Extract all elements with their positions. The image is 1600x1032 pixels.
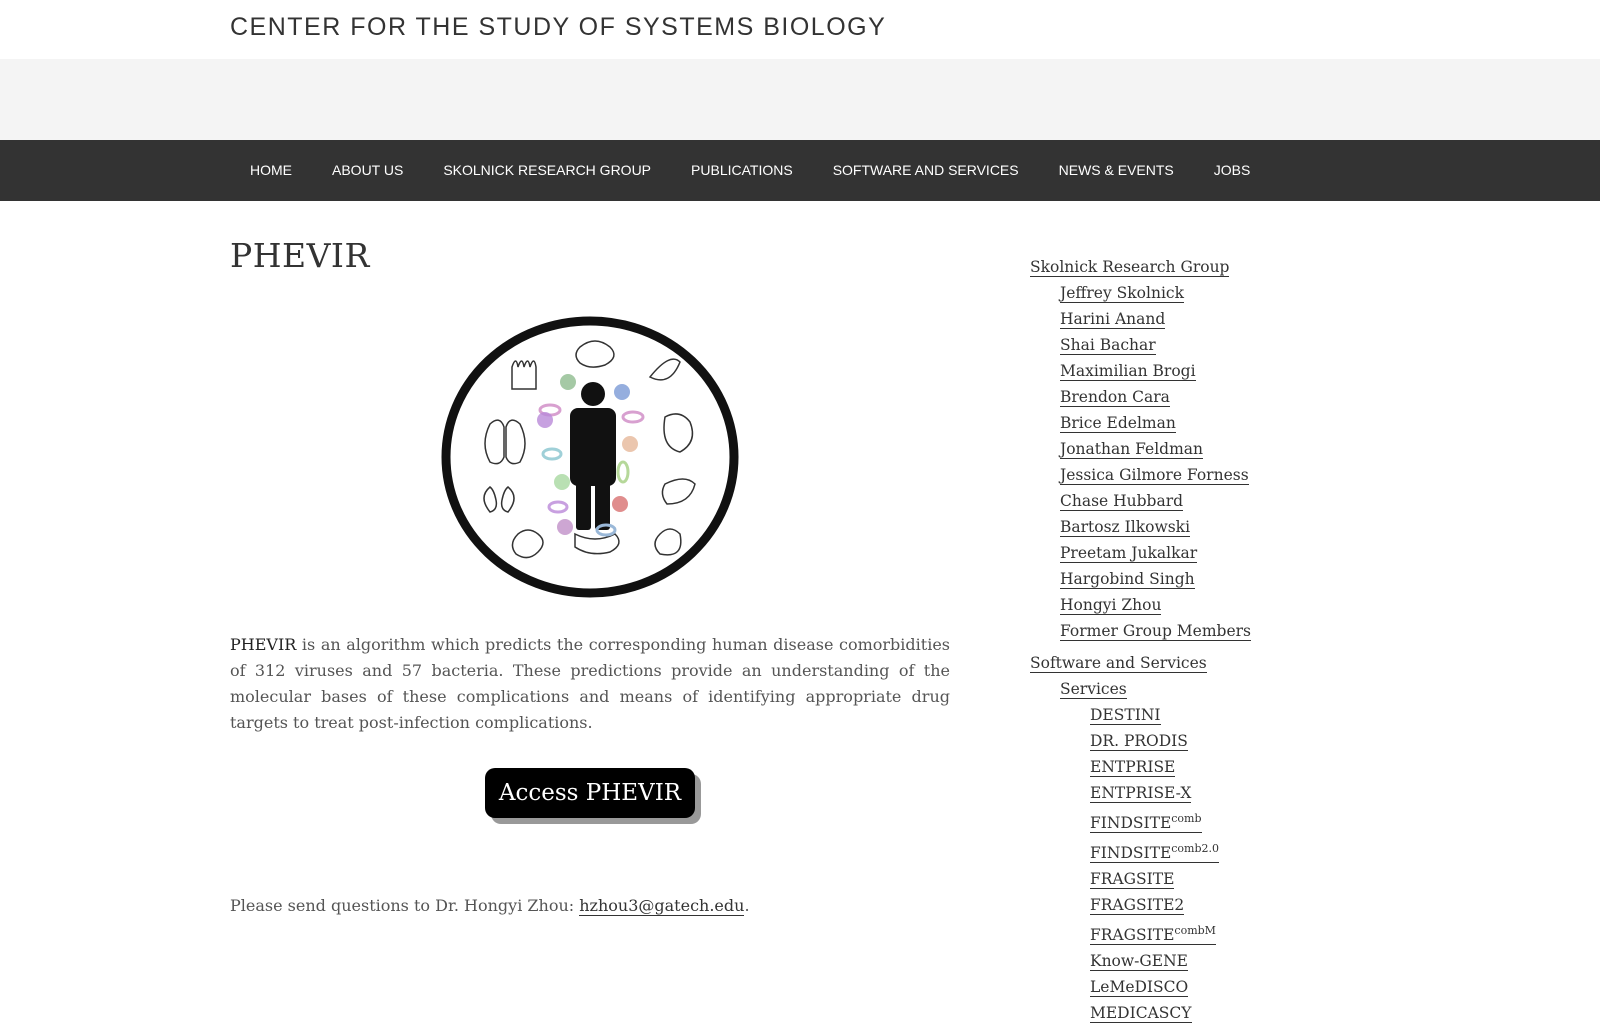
contact-end: . bbox=[744, 896, 750, 915]
sidebar-item-member: Hongyi Zhou bbox=[1060, 592, 1290, 618]
sidebar-item-service: MEDICASCY bbox=[1090, 1000, 1290, 1026]
sidebar-item-member: Jessica Gilmore Forness bbox=[1060, 462, 1290, 488]
sidebar-item-service: ENTPRISE-X bbox=[1090, 780, 1290, 806]
sidebar-link-maximilian-brogi[interactable]: Maximilian Brogi bbox=[1060, 362, 1196, 381]
sidebar-link-brice-edelman[interactable]: Brice Edelman bbox=[1060, 414, 1176, 433]
sidebar-item-service: Know-GENE bbox=[1090, 948, 1290, 974]
nav-item-news-events[interactable]: News & Events bbox=[1039, 140, 1194, 201]
service-name: ENTPRISE bbox=[1090, 758, 1176, 776]
nav-item-about-us[interactable]: About Us bbox=[312, 140, 423, 201]
service-name: FINDSITE bbox=[1090, 844, 1172, 863]
sidebar-link-fragsite2[interactable]: FRAGSITE2 bbox=[1090, 896, 1185, 916]
service-name: MEDICASCY bbox=[1090, 1004, 1192, 1023]
sidebar-item-member: Chase Hubbard bbox=[1060, 488, 1290, 514]
service-sup: combM bbox=[1174, 924, 1216, 938]
sidebar-item-service: ENTPRISE bbox=[1090, 754, 1290, 780]
site-title-link[interactable]: Center for the Study of Systems Biology bbox=[230, 13, 886, 42]
sidebar-item-service: DR. PRODIS bbox=[1090, 728, 1290, 754]
contact-line: Please send questions to Dr. Hongyi Zhou… bbox=[230, 896, 950, 916]
sidebar-link-jeffrey-skolnick[interactable]: Jeffrey Skolnick bbox=[1060, 284, 1184, 303]
sidebar-link-bartosz-ilkowski[interactable]: Bartosz Ilkowski bbox=[1060, 518, 1191, 537]
sidebar-link-harini-anand[interactable]: Harini Anand bbox=[1060, 310, 1166, 329]
sidebar-item-service: FRAGSITE2 bbox=[1090, 892, 1290, 918]
site-header: Center for the Study of Systems Biology bbox=[0, 0, 1600, 59]
sidebar-item-services: Services DESTINI DR. PRODIS ENTPRISE ENT… bbox=[1060, 676, 1290, 1026]
sidebar-link-skolnick-research-group[interactable]: Skolnick Research Group bbox=[1030, 258, 1230, 277]
sidebar-link-former-group-members[interactable]: Former Group Members bbox=[1060, 622, 1252, 641]
access-button-wrap: Access PHEVIR bbox=[230, 768, 950, 818]
service-name: DR. PRODIS bbox=[1090, 732, 1188, 750]
intro-paragraph: PHEVIR is an algorithm which predicts th… bbox=[230, 632, 950, 736]
sidebar-item-member: Shai Bachar bbox=[1060, 332, 1290, 358]
sidebar: Skolnick Research Group Jeffrey Skolnick… bbox=[1030, 254, 1290, 1032]
page-title: PHEVIR bbox=[230, 236, 370, 275]
service-name: FRAGSITE bbox=[1090, 926, 1175, 945]
sidebar-link-hongyi-zhou[interactable]: Hongyi Zhou bbox=[1060, 596, 1162, 615]
sidebar-link-entprise-x[interactable]: ENTPRISE-X bbox=[1090, 784, 1192, 803]
sidebar-item-service: FRAGSITE bbox=[1090, 866, 1290, 892]
nav-item-publications[interactable]: Publications bbox=[671, 140, 813, 201]
service-sup: comb2.0 bbox=[1171, 842, 1220, 856]
sidebar-item-member: Jonathan Feldman bbox=[1060, 436, 1290, 462]
service-name: DESTINI bbox=[1090, 706, 1161, 724]
main-content: PHEVIR PHEVIR is an algorithm which pred… bbox=[230, 236, 950, 931]
sidebar-item-skolnick-research-group: Skolnick Research Group Jeffrey Skolnick… bbox=[1030, 254, 1290, 644]
nav-item-jobs[interactable]: Jobs bbox=[1194, 140, 1271, 201]
contact-text: Please send questions to Dr. Hongyi Zhou… bbox=[230, 896, 580, 915]
sidebar-item-service: FINDSITEcomb bbox=[1090, 806, 1290, 836]
sidebar-item-software-and-services: Software and Services Services DESTINI D… bbox=[1030, 650, 1290, 1026]
sidebar-link-jonathan-feldman[interactable]: Jonathan Feldman bbox=[1060, 440, 1204, 459]
contact-email-link[interactable]: hzhou3@gatech.edu bbox=[579, 896, 745, 916]
sidebar-link-jessica-gilmore-forness[interactable]: Jessica Gilmore Forness bbox=[1060, 466, 1249, 485]
nav-item-software-and-services[interactable]: Software and Services bbox=[813, 140, 1039, 201]
sidebar-item-member: Hargobind Singh bbox=[1060, 566, 1290, 592]
sidebar-item-member: Bartosz Ilkowski bbox=[1060, 514, 1290, 540]
sidebar-link-findsite-comb2[interactable]: FINDSITEcomb2.0 bbox=[1090, 842, 1220, 864]
nav-item-skolnick-research-group[interactable]: Skolnick Research Group bbox=[423, 140, 671, 201]
service-name: Know-GENE bbox=[1090, 952, 1188, 971]
sidebar-item-member: Preetam Jukalkar bbox=[1060, 540, 1290, 566]
sidebar-link-shai-bachar[interactable]: Shai Bachar bbox=[1060, 336, 1156, 355]
service-name: LeMeDISCO bbox=[1090, 978, 1189, 997]
main-navigation: Home About Us Skolnick Research Group Pu… bbox=[0, 140, 1600, 201]
sidebar-item-member: Brice Edelman bbox=[1060, 410, 1290, 436]
phevir-illustration-svg bbox=[441, 316, 739, 598]
sidebar-item-service: FINDSITEcomb2.0 bbox=[1090, 836, 1290, 866]
sidebar-item-service: FRAGSITEcombM bbox=[1090, 918, 1290, 948]
sidebar-item-member: Brendon Cara bbox=[1060, 384, 1290, 410]
sidebar-link-destini[interactable]: DESTINI bbox=[1090, 706, 1161, 725]
nav-item-home[interactable]: Home bbox=[230, 140, 312, 201]
sidebar-link-fragsite[interactable]: FRAGSITE bbox=[1090, 870, 1175, 890]
service-name: ENTPRISE-X bbox=[1090, 784, 1192, 802]
sidebar-link-dr-prodis[interactable]: DR. PRODIS bbox=[1090, 732, 1188, 751]
sidebar-link-software-and-services[interactable]: Software and Services bbox=[1030, 654, 1207, 673]
access-phevir-button[interactable]: Access PHEVIR bbox=[484, 768, 696, 818]
sidebar-link-findsite-comb[interactable]: FINDSITEcomb bbox=[1090, 812, 1202, 834]
sidebar-item-service: DESTINI bbox=[1090, 702, 1290, 728]
sidebar-link-entprise[interactable]: ENTPRISE bbox=[1090, 758, 1176, 777]
sidebar-item-member: Former Group Members bbox=[1060, 618, 1290, 644]
sidebar-item-service: LeMeDISCO bbox=[1090, 974, 1290, 1000]
service-name: FINDSITE bbox=[1090, 814, 1172, 833]
sidebar-link-fragsite-combm[interactable]: FRAGSITEcombM bbox=[1090, 924, 1216, 946]
sidebar-link-services[interactable]: Services bbox=[1060, 680, 1127, 699]
sidebar-link-lemedisco[interactable]: LeMeDISCO bbox=[1090, 978, 1189, 998]
sidebar-item-member: Maximilian Brogi bbox=[1060, 358, 1290, 384]
sidebar-link-preetam-jukalkar[interactable]: Preetam Jukalkar bbox=[1060, 544, 1198, 563]
sidebar-item-member: Jeffrey Skolnick bbox=[1060, 280, 1290, 306]
service-sup: comb bbox=[1171, 812, 1202, 825]
intro-text: is an algorithm which predicts the corre… bbox=[230, 635, 950, 732]
service-name: FRAGSITE2 bbox=[1090, 896, 1185, 915]
sidebar-item-member: Harini Anand bbox=[1060, 306, 1290, 332]
sidebar-link-hargobind-singh[interactable]: Hargobind Singh bbox=[1060, 570, 1195, 589]
sidebar-link-brendon-cara[interactable]: Brendon Cara bbox=[1060, 388, 1170, 407]
intro-term: PHEVIR bbox=[230, 635, 297, 654]
sidebar-link-chase-hubbard[interactable]: Chase Hubbard bbox=[1060, 492, 1184, 511]
service-name: FRAGSITE bbox=[1090, 870, 1175, 889]
sidebar-link-medicascy[interactable]: MEDICASCY bbox=[1090, 1004, 1192, 1024]
sidebar-link-know-gene[interactable]: Know-GENE bbox=[1090, 952, 1188, 972]
phevir-illustration bbox=[440, 312, 740, 602]
header-band bbox=[0, 59, 1600, 140]
